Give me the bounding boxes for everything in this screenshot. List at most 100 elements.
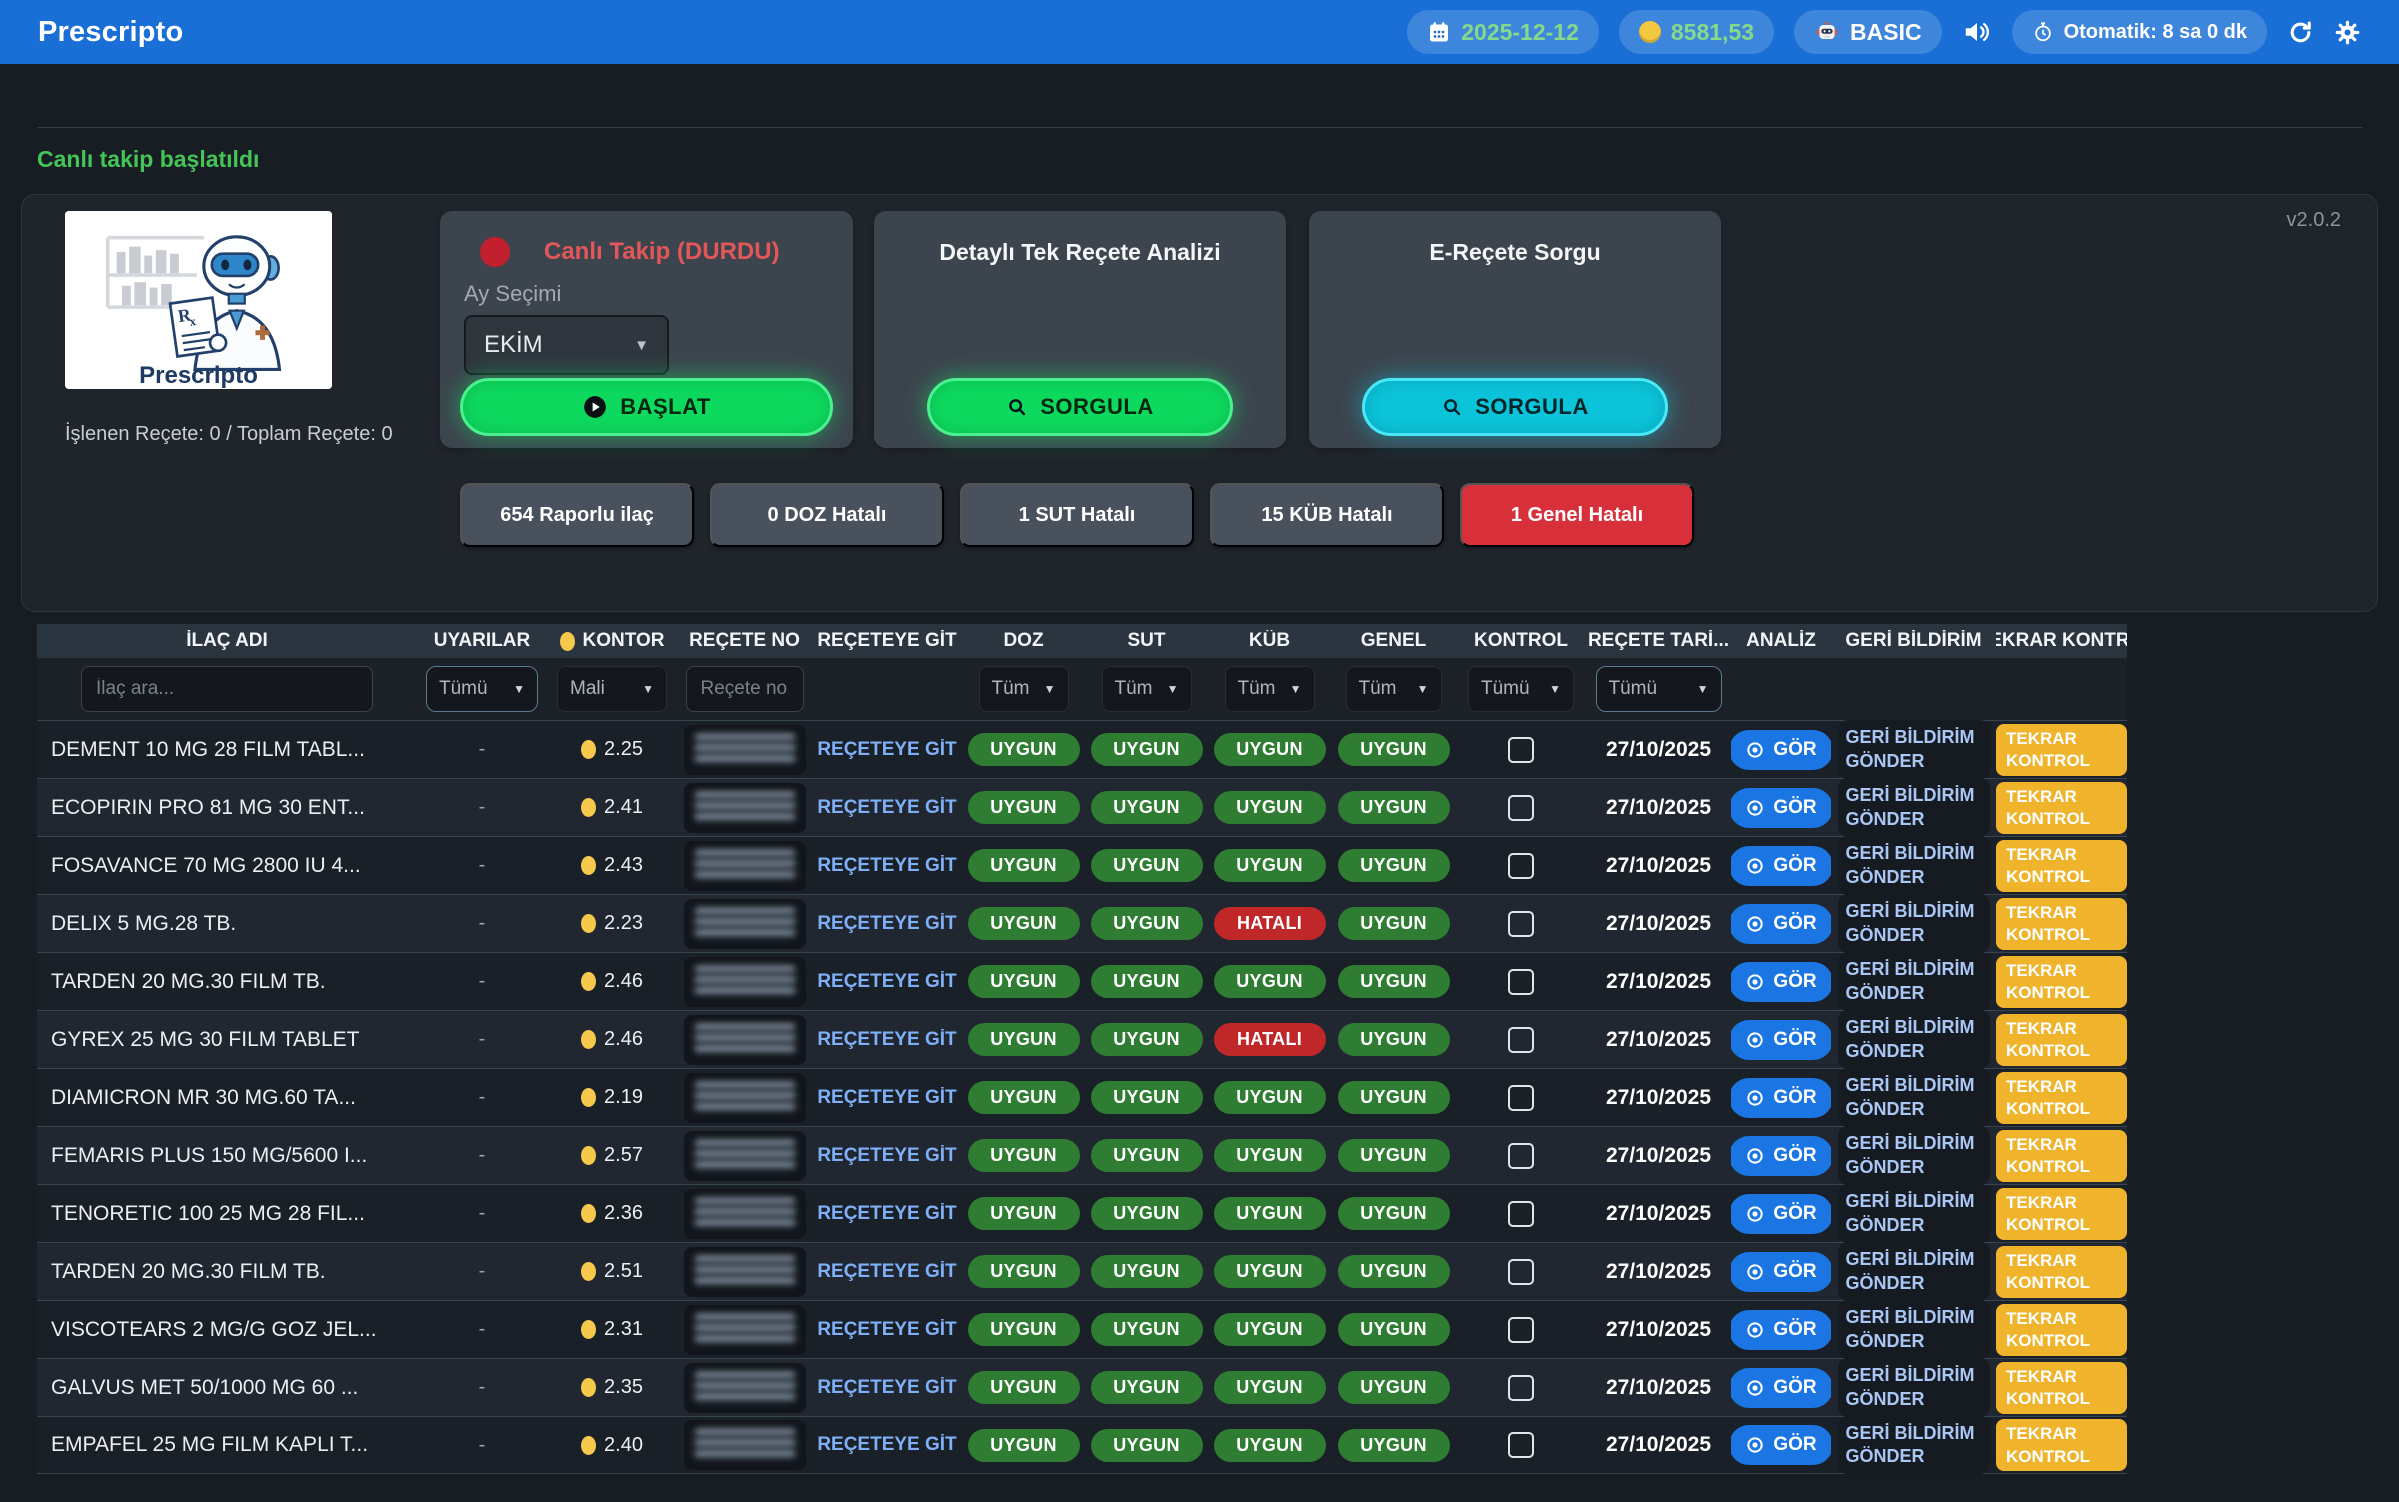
start-button[interactable]: BAŞLAT: [460, 378, 833, 436]
gor-button[interactable]: GÖR: [1731, 1078, 1831, 1118]
column-header-11[interactable]: REÇETE TARİ...: [1586, 630, 1731, 652]
feedback-link[interactable]: GERİ BİLDİRİM GÖNDER: [1838, 1010, 1990, 1069]
column-header-8[interactable]: KÜB: [1208, 630, 1331, 652]
speaker-icon[interactable]: [1962, 17, 1992, 47]
recheck-button[interactable]: TEKRAR KONTROL: [1996, 1246, 2127, 1298]
stat-doz[interactable]: 0 DOZ Hatalı: [710, 483, 944, 547]
month-select[interactable]: EKİM ▼: [464, 315, 669, 375]
kontrol-checkbox[interactable]: [1508, 911, 1534, 937]
column-header-1[interactable]: İLAÇ ADI: [37, 630, 417, 652]
goto-recete-link[interactable]: REÇETEYE GİT: [817, 1203, 956, 1225]
kontrol-checkbox[interactable]: [1508, 737, 1534, 763]
goto-recete-link[interactable]: REÇETEYE GİT: [817, 971, 956, 993]
drug-search-input[interactable]: [81, 666, 373, 712]
recheck-button[interactable]: TEKRAR KONTROL: [1996, 1072, 2127, 1124]
column-header-12[interactable]: ANALİZ: [1731, 630, 1831, 652]
stat-kub[interactable]: 15 KÜB Hatalı: [1210, 483, 1444, 547]
goto-recete-link[interactable]: REÇETEYE GİT: [817, 1029, 956, 1051]
column-header-4[interactable]: REÇETE NO: [677, 630, 812, 652]
warnings-filter[interactable]: Tümü▼: [426, 666, 538, 712]
genel-filter[interactable]: Tüm▼: [1346, 666, 1442, 712]
kontrol-checkbox[interactable]: [1508, 1432, 1534, 1458]
column-header-5[interactable]: REÇETEYE GİT: [812, 630, 962, 652]
feedback-link[interactable]: GERİ BİLDİRİM GÖNDER: [1838, 1126, 1990, 1185]
gear-icon[interactable]: [2334, 19, 2361, 46]
feedback-link[interactable]: GERİ BİLDİRİM GÖNDER: [1838, 720, 1990, 779]
goto-recete-link[interactable]: REÇETEYE GİT: [817, 855, 956, 877]
goto-recete-link[interactable]: REÇETEYE GİT: [817, 1261, 956, 1283]
kontrol-checkbox[interactable]: [1508, 853, 1534, 879]
kontrol-checkbox[interactable]: [1508, 1317, 1534, 1343]
feedback-link[interactable]: GERİ BİLDİRİM GÖNDER: [1838, 1242, 1990, 1301]
recheck-button[interactable]: TEKRAR KONTROL: [1996, 1130, 2127, 1182]
kontrol-checkbox[interactable]: [1508, 969, 1534, 995]
feedback-link[interactable]: GERİ BİLDİRİM GÖNDER: [1838, 1068, 1990, 1127]
gor-button[interactable]: GÖR: [1731, 1425, 1831, 1465]
goto-recete-link[interactable]: REÇETEYE GİT: [817, 913, 956, 935]
stat-raporlu[interactable]: 654 Raporlu ilaç: [460, 483, 694, 547]
stat-sut[interactable]: 1 SUT Hatalı: [960, 483, 1194, 547]
goto-recete-link[interactable]: REÇETEYE GİT: [817, 739, 956, 761]
credit-badge[interactable]: 8581,53: [1619, 10, 1774, 54]
goto-recete-link[interactable]: REÇETEYE GİT: [817, 1087, 956, 1109]
gor-button[interactable]: GÖR: [1731, 846, 1831, 886]
goto-recete-link[interactable]: REÇETEYE GİT: [817, 1377, 956, 1399]
feedback-link[interactable]: GERİ BİLDİRİM GÖNDER: [1838, 1416, 1990, 1475]
feedback-link[interactable]: GERİ BİLDİRİM GÖNDER: [1838, 1184, 1990, 1243]
gor-button[interactable]: GÖR: [1731, 1136, 1831, 1176]
feedback-link[interactable]: GERİ BİLDİRİM GÖNDER: [1838, 952, 1990, 1011]
kontrol-checkbox[interactable]: [1508, 1143, 1534, 1169]
kontrol-checkbox[interactable]: [1508, 1201, 1534, 1227]
erecete-sorgula-button[interactable]: SORGULA: [1362, 378, 1668, 436]
kontrol-filter[interactable]: Tümü▼: [1468, 666, 1574, 712]
kontrol-checkbox[interactable]: [1508, 1027, 1534, 1053]
goto-recete-link[interactable]: REÇETEYE GİT: [817, 1319, 956, 1341]
plan-badge[interactable]: BASIC: [1794, 10, 1942, 54]
goto-recete-link[interactable]: REÇETEYE GİT: [817, 797, 956, 819]
doz-filter[interactable]: Tüm▼: [979, 666, 1069, 712]
kontor-filter[interactable]: Mali▼: [557, 666, 667, 712]
gor-button[interactable]: GÖR: [1731, 1194, 1831, 1234]
feedback-link[interactable]: GERİ BİLDİRİM GÖNDER: [1838, 836, 1990, 895]
recheck-button[interactable]: TEKRAR KONTROL: [1996, 1188, 2127, 1240]
gor-button[interactable]: GÖR: [1731, 1368, 1831, 1408]
sut-filter[interactable]: Tüm▼: [1102, 666, 1192, 712]
column-header-7[interactable]: SUT: [1085, 630, 1208, 652]
recheck-button[interactable]: TEKRAR KONTROL: [1996, 724, 2127, 776]
refresh-icon[interactable]: [2287, 19, 2314, 46]
kub-filter[interactable]: Tüm▼: [1225, 666, 1315, 712]
column-header-6[interactable]: DOZ: [962, 630, 1085, 652]
stat-genel[interactable]: 1 Genel Hatalı: [1460, 483, 1694, 547]
column-header-14[interactable]: TEKRAR KONTR...: [1996, 630, 2127, 652]
recheck-button[interactable]: TEKRAR KONTROL: [1996, 956, 2127, 1008]
kontrol-checkbox[interactable]: [1508, 1375, 1534, 1401]
feedback-link[interactable]: GERİ BİLDİRİM GÖNDER: [1838, 1358, 1990, 1417]
column-header-2[interactable]: UYARILAR: [417, 630, 547, 652]
recheck-button[interactable]: TEKRAR KONTROL: [1996, 1362, 2127, 1414]
kontrol-checkbox[interactable]: [1508, 1259, 1534, 1285]
gor-button[interactable]: GÖR: [1731, 904, 1831, 944]
recheck-button[interactable]: TEKRAR KONTROL: [1996, 782, 2127, 834]
goto-recete-link[interactable]: REÇETEYE GİT: [817, 1145, 956, 1167]
recheck-button[interactable]: TEKRAR KONTROL: [1996, 1419, 2127, 1471]
recheck-button[interactable]: TEKRAR KONTROL: [1996, 898, 2127, 950]
single-sorgula-button[interactable]: SORGULA: [927, 378, 1233, 436]
gor-button[interactable]: GÖR: [1731, 1252, 1831, 1292]
column-header-10[interactable]: KONTROL: [1456, 630, 1586, 652]
recheck-button[interactable]: TEKRAR KONTROL: [1996, 1014, 2127, 1066]
gor-button[interactable]: GÖR: [1731, 788, 1831, 828]
column-header-9[interactable]: GENEL: [1331, 630, 1456, 652]
column-header-3[interactable]: KONTOR: [547, 630, 677, 652]
tarih-filter[interactable]: Tümü▼: [1596, 666, 1722, 712]
goto-recete-link[interactable]: REÇETEYE GİT: [817, 1434, 956, 1456]
date-badge[interactable]: 2025-12-12: [1407, 10, 1599, 54]
kontrol-checkbox[interactable]: [1508, 795, 1534, 821]
kontrol-checkbox[interactable]: [1508, 1085, 1534, 1111]
gor-button[interactable]: GÖR: [1731, 962, 1831, 1002]
feedback-link[interactable]: GERİ BİLDİRİM GÖNDER: [1838, 778, 1990, 837]
gor-button[interactable]: GÖR: [1731, 1310, 1831, 1350]
gor-button[interactable]: GÖR: [1731, 730, 1831, 770]
gor-button[interactable]: GÖR: [1731, 1020, 1831, 1060]
auto-badge[interactable]: Otomatik: 8 sa 0 dk: [2012, 10, 2267, 54]
column-header-13[interactable]: GERİ BİLDİRİM: [1831, 630, 1996, 652]
